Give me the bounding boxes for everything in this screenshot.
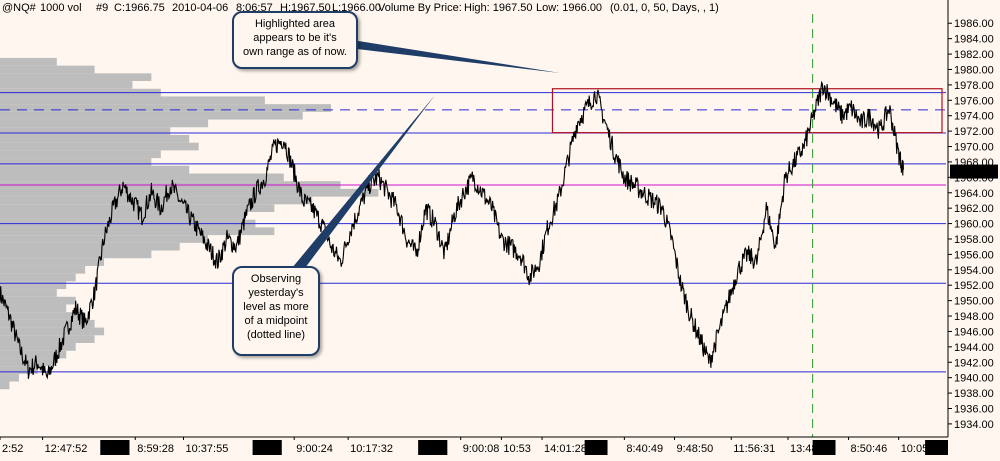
time-tick-label: 2:52 bbox=[2, 443, 23, 455]
price-tick-label: 1944.00 bbox=[954, 342, 994, 354]
date-marker-label: 3/28 bbox=[102, 443, 123, 455]
volume-profile-bar bbox=[0, 158, 152, 166]
price-tick-label: 1984.00 bbox=[954, 34, 994, 46]
volume-profile-bar bbox=[0, 373, 19, 382]
header-study-high: High: 1967.50 bbox=[464, 2, 533, 14]
volume-profile-bar bbox=[0, 165, 190, 174]
time-tick-label: 9:48:50 bbox=[676, 443, 713, 455]
time-tick-label: 11:56:31 bbox=[733, 443, 775, 455]
volume-profile-bar bbox=[0, 304, 67, 313]
time-axis[interactable]: 2:52 12:47:52 3/28 8:59:28 10:37:55 3/30 9:00:… bbox=[0, 436, 948, 455]
volume-profile-bar bbox=[0, 212, 246, 220]
price-tick-label: 1938.00 bbox=[954, 388, 994, 400]
price-tick-label: 1940.00 bbox=[954, 373, 994, 385]
range-callout-pointer bbox=[352, 40, 560, 73]
price-tick-label: 1946.00 bbox=[954, 326, 994, 338]
price-tick-label: 1982.00 bbox=[954, 49, 994, 61]
callout-connectors bbox=[292, 40, 560, 268]
time-tick-label: 10:17:32 bbox=[350, 443, 393, 455]
volume-profile-bar bbox=[0, 57, 57, 66]
price-tick-label: 1970.00 bbox=[954, 142, 994, 154]
price-tick-label: 1958.00 bbox=[954, 234, 994, 246]
volume-profile-bar bbox=[0, 150, 161, 159]
date-marker-label: 4/2 bbox=[815, 443, 830, 455]
volume-profile-bar bbox=[0, 250, 152, 259]
price-tick-label: 1952.00 bbox=[954, 280, 994, 292]
volume-profile-bar bbox=[0, 134, 190, 143]
time-tick-label: 10:53 bbox=[503, 443, 531, 455]
time-tick-label: 8:50:46 bbox=[851, 443, 888, 455]
header-symbol: @NQ# bbox=[2, 2, 37, 14]
time-tick-label: 9:00:24 bbox=[296, 443, 333, 455]
volume-profile-bar bbox=[0, 242, 180, 251]
midpoint-callout: Observing yesterday's level as more of a… bbox=[232, 266, 320, 356]
time-tick-label: 14:01:28 bbox=[544, 443, 587, 455]
price-tick-label: 1950.00 bbox=[954, 296, 994, 308]
volume-profile-bar bbox=[0, 227, 275, 236]
price-tick-label: 1976.00 bbox=[954, 95, 994, 107]
price-tick-label: 1934.00 bbox=[954, 419, 994, 431]
volume-profile-bar bbox=[0, 104, 332, 112]
time-tick-label: 8:40:49 bbox=[626, 443, 663, 455]
price-tick-label: 1962.00 bbox=[954, 203, 994, 215]
volume-profile-bar bbox=[0, 127, 171, 135]
price-tick-label: 1948.00 bbox=[954, 311, 994, 323]
volume-profile-bar bbox=[0, 111, 303, 120]
header-close: C:1966.75 bbox=[114, 2, 165, 14]
chart-header: @NQ# 1000 vol #9 C:1966.75 2010-04-06 8:… bbox=[2, 2, 719, 14]
volume-profile-bar bbox=[0, 96, 265, 105]
header-study-params: (0.01, 0, 50, Days, , 1) bbox=[610, 2, 719, 14]
volume-profile-bar bbox=[0, 273, 76, 282]
price-tick-label: 1956.00 bbox=[954, 249, 994, 261]
time-tick-label: 10:05 bbox=[901, 443, 929, 455]
price-tick-label: 1936.00 bbox=[954, 403, 994, 415]
volume-profile-bar bbox=[0, 204, 275, 213]
date-marker-label: 4/6 bbox=[927, 443, 942, 455]
price-tick-label: 1942.00 bbox=[954, 357, 994, 369]
range-callout: Highlighted area appears to be it's own … bbox=[232, 11, 358, 69]
header-date: 2010-04-06 bbox=[172, 2, 228, 14]
volume-profile-bar bbox=[0, 188, 379, 197]
volume-profile-bar bbox=[0, 173, 284, 182]
price-tick-label: 1974.00 bbox=[954, 111, 994, 123]
volume-profile-bar bbox=[0, 119, 209, 128]
volume-profile-bar bbox=[0, 296, 76, 305]
last-price-label: 1966.75 bbox=[953, 167, 993, 179]
price-axis[interactable]: 1986.00 1984.00 1982.00 1980.00 1978.00 1976.… bbox=[947, 0, 998, 437]
volume-profile-bar bbox=[0, 265, 86, 274]
header-bars: #9 bbox=[96, 2, 108, 14]
price-tick-label: 1980.00 bbox=[954, 64, 994, 76]
header-study: Volume By Price: bbox=[378, 2, 462, 14]
price-tick-label: 1978.00 bbox=[954, 80, 994, 92]
volume-profile-bar bbox=[0, 142, 199, 151]
volume-profile-bar bbox=[0, 381, 10, 390]
time-tick-label: 9:00:08 bbox=[463, 443, 500, 455]
volume-profile-bar bbox=[0, 281, 67, 290]
header-study-low: Low: 1966.00 bbox=[536, 2, 602, 14]
date-marker-label: 4/1 bbox=[587, 443, 602, 455]
price-chart[interactable]: 1986.00 1984.00 1982.00 1980.00 1978.00 1976.… bbox=[0, 0, 1000, 461]
volume-profile-bar bbox=[0, 343, 76, 351]
price-tick-label: 1986.00 bbox=[954, 18, 994, 30]
price-tick-label: 1972.00 bbox=[954, 126, 994, 138]
time-tick-label: 8:59:28 bbox=[137, 443, 174, 455]
price-tick-label: 1960.00 bbox=[954, 219, 994, 231]
date-marker-label: 3/30 bbox=[255, 443, 276, 455]
time-tick-label: 10:37:55 bbox=[186, 443, 229, 455]
volume-profile-bar bbox=[0, 289, 57, 297]
volume-profile-bar bbox=[0, 73, 152, 82]
volume-profile-bar bbox=[0, 81, 133, 89]
price-tick-label: 1964.00 bbox=[954, 188, 994, 200]
volume-profile-bar bbox=[0, 65, 95, 74]
time-tick-label: 12:47:52 bbox=[45, 443, 88, 455]
price-tick-label: 1954.00 bbox=[954, 265, 994, 277]
volume-profile-bar bbox=[0, 258, 105, 266]
header-interval: 1000 vol bbox=[40, 2, 82, 14]
date-marker-label: 3/31 bbox=[420, 443, 441, 455]
